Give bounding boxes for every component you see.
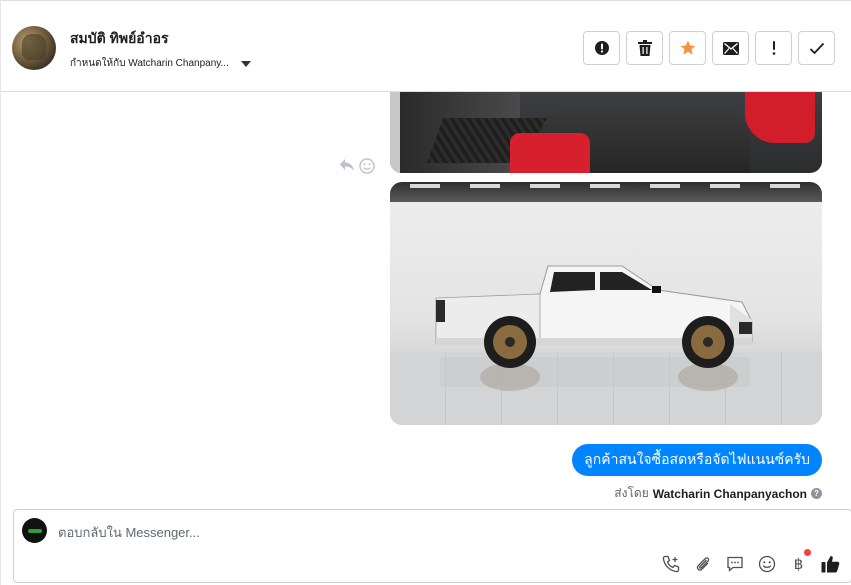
- truck-illustration: [410, 184, 800, 391]
- assign-dropdown[interactable]: กำหนดให้กับ Watcharin Chanpany...: [70, 56, 251, 71]
- alert-circle-icon: [594, 41, 609, 55]
- call-icon[interactable]: [660, 553, 681, 574]
- attach-icon[interactable]: [692, 553, 713, 574]
- emoji-icon[interactable]: [756, 553, 777, 574]
- sent-by-info: ส่งโดย Watcharin Chanpanyachon ?: [614, 484, 822, 503]
- message-thread[interactable]: ลูกค้าสนใจซื้อสดหรือจัดไฟแนนซ์ครับ ส่งโด…: [1, 92, 851, 506]
- follow-up-button[interactable]: [755, 31, 792, 65]
- composer-toolbar: ฿: [660, 549, 841, 574]
- contact-name[interactable]: สมบัติ ทิพย์อำอร: [70, 28, 169, 50]
- conversation-header: สมบัติ ทิพย์อำอร กำหนดให้กับ Watcharin C…: [1, 0, 851, 92]
- assigned-to-label: กำหนดให้กับ Watcharin Chanpany...: [70, 58, 229, 69]
- inbox-conversation-view: สมบัติ ทิพย์อำอร กำหนดให้กับ Watcharin C…: [0, 0, 851, 585]
- emoji-reaction-icon[interactable]: [359, 158, 375, 179]
- sent-message-bubble[interactable]: ลูกค้าสนใจซื้อสดหรือจัดไฟแนนซ์ครับ: [572, 444, 822, 476]
- spam-button[interactable]: [583, 31, 620, 65]
- mark-done-button[interactable]: [798, 31, 835, 65]
- star-button[interactable]: [669, 31, 706, 65]
- check-icon: [809, 42, 824, 54]
- sent-by-prefix: ส่งโดย: [614, 486, 649, 500]
- page-avatar: [22, 518, 47, 543]
- sender-name: Watcharin Chanpanyachon: [652, 486, 807, 501]
- reply-input[interactable]: [58, 523, 658, 541]
- reply-icon[interactable]: [339, 158, 355, 179]
- notification-dot: [804, 549, 811, 556]
- contact-avatar[interactable]: [12, 26, 56, 70]
- exclamation-icon: [772, 41, 775, 55]
- saved-reply-icon[interactable]: [724, 553, 745, 574]
- like-icon[interactable]: [820, 553, 841, 574]
- star-icon: [680, 40, 695, 55]
- help-icon[interactable]: ?: [811, 488, 822, 499]
- car-interior-photo[interactable]: [390, 92, 822, 173]
- message-hover-actions: [339, 158, 375, 179]
- currency-symbol: ฿: [793, 554, 804, 573]
- chevron-down-icon: [240, 60, 251, 67]
- payment-icon[interactable]: ฿: [788, 549, 811, 574]
- reply-composer: ฿: [13, 509, 851, 583]
- mark-unread-button[interactable]: [712, 31, 749, 65]
- trash-icon: [637, 40, 652, 56]
- conversation-actions: [583, 31, 835, 65]
- delete-button[interactable]: [626, 31, 663, 65]
- envelope-icon: [722, 41, 739, 55]
- photo-detail: [510, 133, 590, 173]
- photo-detail: [745, 92, 815, 143]
- pickup-truck-photo[interactable]: [390, 182, 822, 425]
- photo-detail: [390, 92, 400, 173]
